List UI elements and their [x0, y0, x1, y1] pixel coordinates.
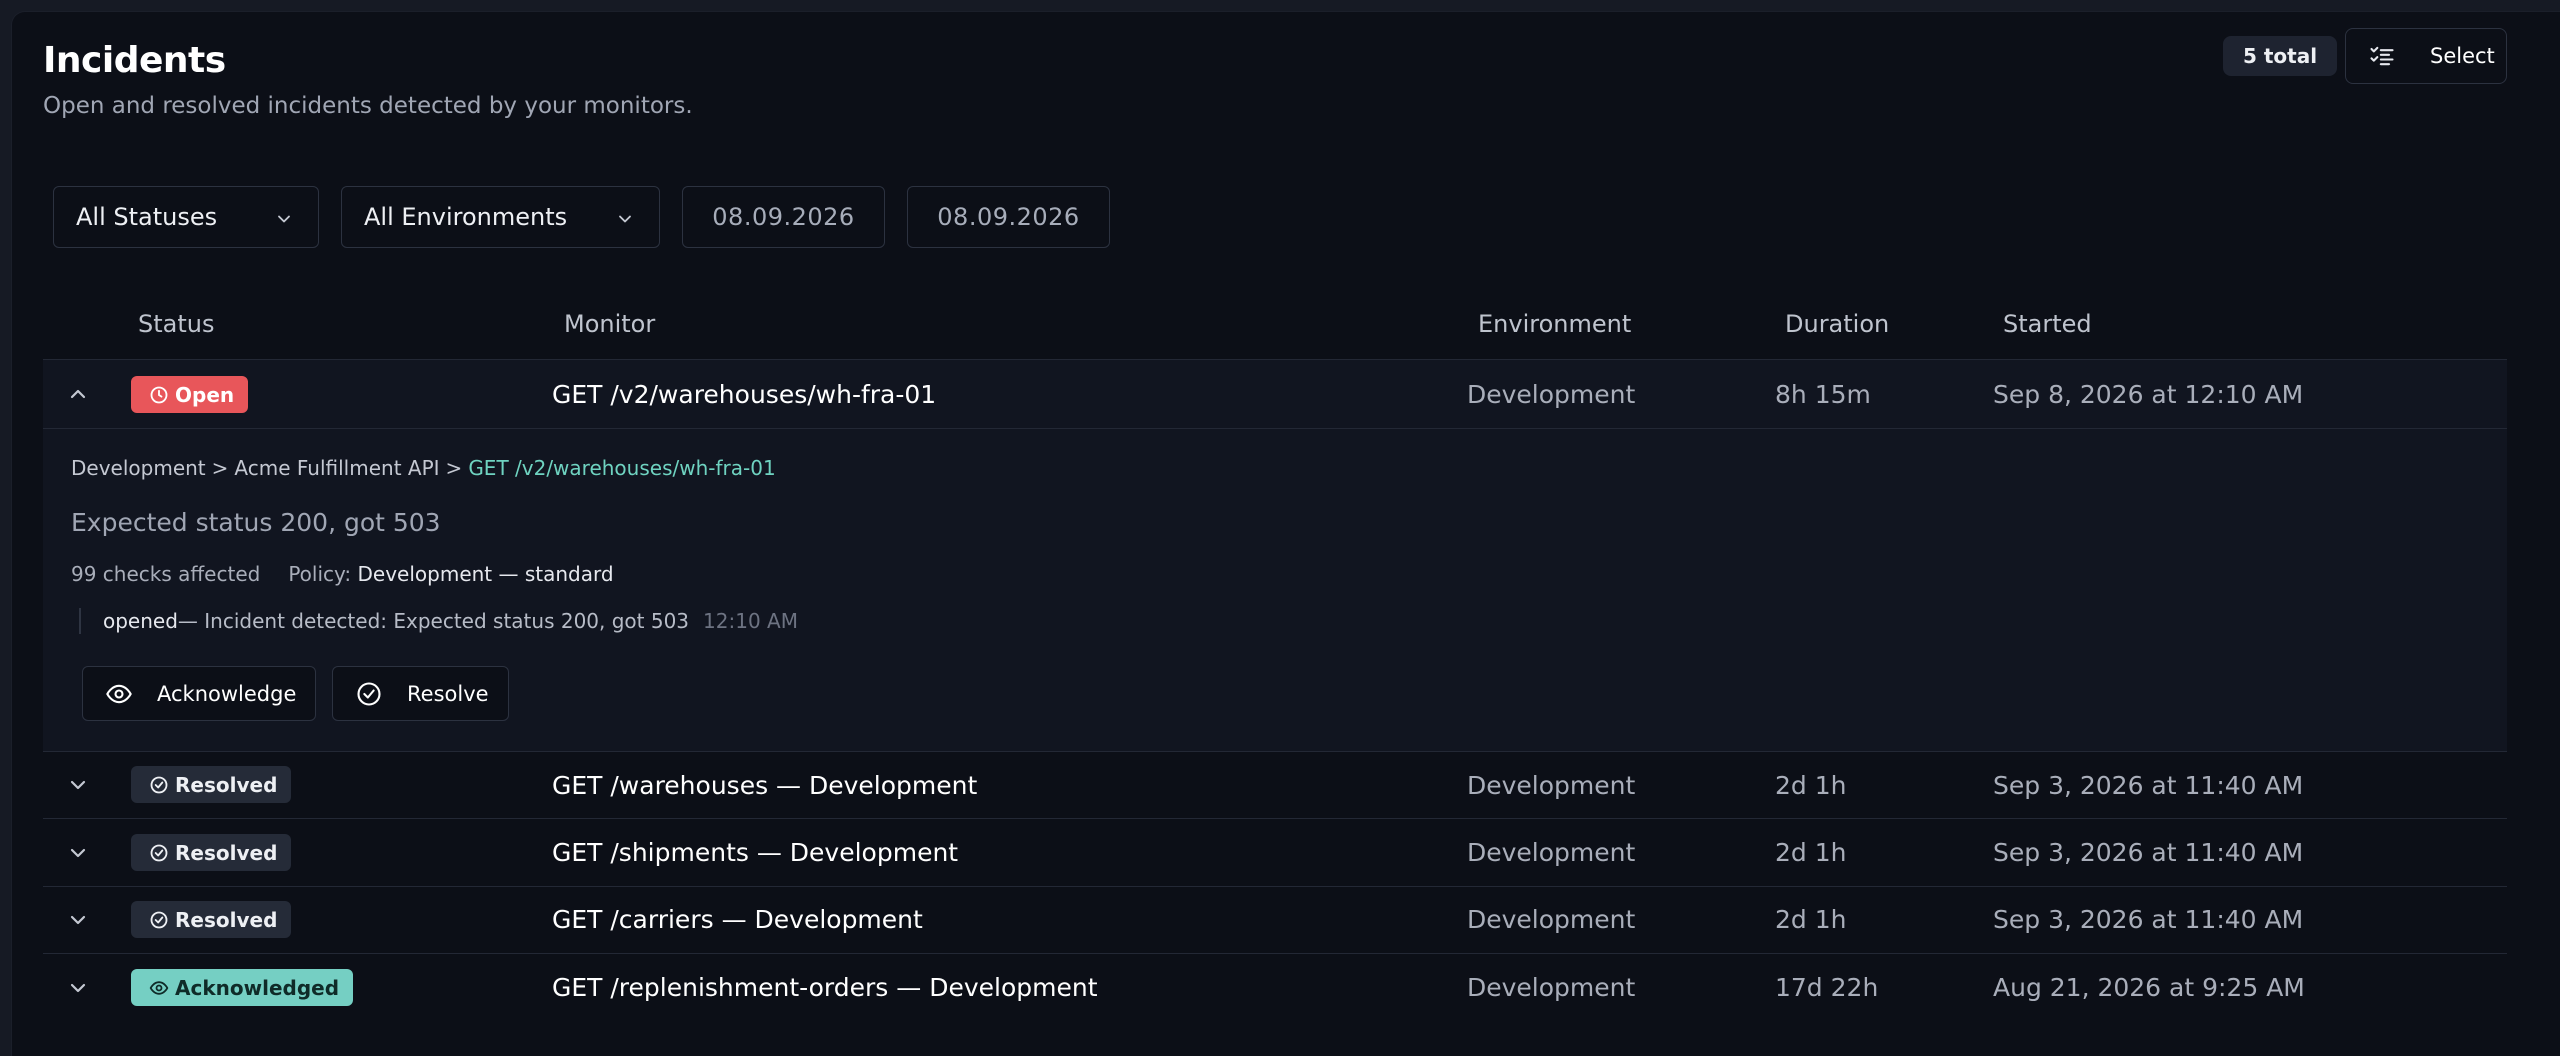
started-cell: Aug 21, 2026 at 9:25 AM	[1993, 973, 2305, 1002]
started-cell: Sep 3, 2026 at 11:40 AM	[1993, 905, 2304, 934]
chevron-down-icon	[278, 215, 290, 223]
status-badge-open: Open	[131, 376, 249, 413]
breadcrumb-current[interactable]: GET /v2/warehouses/wh-fra-01	[468, 456, 775, 480]
policy-label: Policy:	[288, 562, 352, 586]
chevron-down-icon[interactable]	[66, 773, 90, 797]
chevron-down-icon[interactable]	[66, 976, 90, 1000]
divider	[43, 428, 2507, 429]
clock-icon	[150, 386, 168, 403]
select-button[interactable]: Select	[2345, 28, 2507, 84]
duration-cell: 2d 1h	[1775, 838, 1847, 867]
check-circle-icon	[150, 911, 168, 928]
policy-value: Development — standard	[357, 562, 614, 586]
timeline-text: — Incident detected: Expected status 200…	[177, 609, 690, 633]
page-subtitle: Open and resolved incidents detected by …	[43, 93, 693, 119]
checklist-icon	[2370, 46, 2394, 66]
eye-icon	[106, 684, 132, 703]
status-badge-label: Resolved	[175, 907, 278, 932]
status-badge-resolved: Resolved	[131, 834, 292, 871]
status-filter[interactable]: All Statuses	[53, 186, 319, 248]
divider	[43, 818, 2507, 819]
column-header-monitor[interactable]: Monitor	[564, 310, 655, 338]
environment-cell: Development	[1467, 771, 1636, 800]
environment-cell: Development	[1467, 838, 1636, 867]
column-header-environment[interactable]: Environment	[1478, 310, 1631, 338]
duration-cell: 2d 1h	[1775, 905, 1847, 934]
total-count-badge: 5 total	[2223, 36, 2337, 76]
breadcrumb-separator: >	[445, 456, 463, 480]
incident-message: Expected status 200, got 503	[71, 508, 441, 537]
environment-cell: Development	[1467, 380, 1636, 409]
monitor-name[interactable]: GET /shipments — Development	[552, 838, 958, 867]
environment-cell: Development	[1467, 973, 1636, 1002]
breadcrumb: Development > Acme Fulfillment API > GET /v2…	[71, 456, 776, 480]
eye-icon	[149, 980, 169, 995]
check-circle-icon	[150, 776, 168, 793]
divider	[43, 751, 2507, 752]
environment-filter[interactable]: All Environments	[341, 186, 660, 248]
environment-cell: Development	[1467, 905, 1636, 934]
check-circle-icon	[357, 681, 381, 706]
status-badge-label: Acknowledged	[175, 975, 340, 1000]
select-button-label: Select	[2430, 44, 2495, 68]
started-cell: Sep 3, 2026 at 11:40 AM	[1993, 771, 2304, 800]
monitor-name[interactable]: GET /carriers — Development	[552, 905, 923, 934]
status-badge-label: Resolved	[175, 840, 278, 865]
resolve-button[interactable]: Resolve	[332, 666, 509, 721]
incident-meta: 99 checks affected Policy: Development — …	[71, 562, 614, 586]
acknowledge-button[interactable]: Acknowledge	[82, 666, 316, 721]
column-header-started[interactable]: Started	[2003, 310, 2092, 338]
duration-cell: 2d 1h	[1775, 771, 1847, 800]
status-badge-acknowledged: Acknowledged	[131, 969, 354, 1006]
check-circle-icon	[150, 844, 168, 861]
duration-cell: 17d 22h	[1775, 973, 1879, 1002]
date-from-input[interactable]: 08.09.2026	[682, 186, 885, 248]
column-header-duration[interactable]: Duration	[1785, 310, 1889, 338]
timeline-time: 12:10 AM	[703, 609, 798, 633]
duration-cell: 8h 15m	[1775, 380, 1871, 409]
divider	[43, 886, 2507, 887]
breadcrumb-item[interactable]: Acme Fulfillment API	[234, 456, 439, 480]
status-badge-label: Open	[175, 382, 235, 407]
date-to-input[interactable]: 08.09.2026	[907, 186, 1110, 248]
column-header-status[interactable]: Status	[138, 310, 214, 338]
status-badge-resolved: Resolved	[131, 766, 292, 803]
chevron-down-icon	[619, 215, 631, 223]
chevron-up-icon[interactable]	[66, 382, 90, 406]
acknowledge-button-label: Acknowledge	[157, 681, 297, 706]
chevron-down-icon[interactable]	[66, 908, 90, 932]
status-badge-label: Resolved	[175, 772, 278, 797]
monitor-name[interactable]: GET /replenishment-orders — Development	[552, 973, 1098, 1002]
started-cell: Sep 3, 2026 at 11:40 AM	[1993, 838, 2304, 867]
started-cell: Sep 8, 2026 at 12:10 AM	[1993, 380, 2304, 409]
breadcrumb-item[interactable]: Development	[71, 456, 206, 480]
monitor-name[interactable]: GET /v2/warehouses/wh-fra-01	[552, 380, 936, 409]
environment-filter-value: All Environments	[364, 203, 568, 231]
monitor-name[interactable]: GET /warehouses — Development	[552, 771, 977, 800]
resolve-button-label: Resolve	[407, 681, 489, 706]
timeline-entry: opened — Incident detected: Expected sta…	[79, 608, 798, 634]
chevron-down-icon[interactable]	[66, 841, 90, 865]
page-title: Incidents	[43, 40, 226, 81]
status-badge-resolved: Resolved	[131, 901, 292, 938]
timeline-event: opened	[103, 609, 178, 633]
checks-affected: 99 checks affected	[71, 562, 261, 586]
breadcrumb-separator: >	[211, 456, 229, 480]
status-filter-value: All Statuses	[76, 203, 218, 231]
divider	[43, 953, 2507, 954]
